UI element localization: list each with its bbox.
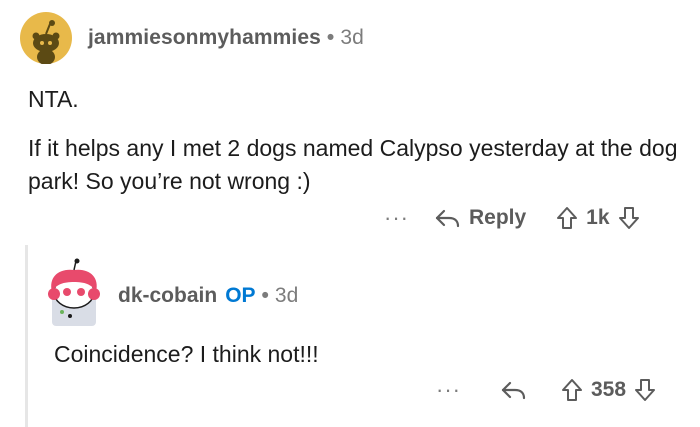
comment-meta: dk-cobain OP • 3d [118,284,298,308]
more-options-button[interactable]: ··· [384,205,409,231]
reply-button[interactable]: Reply [435,206,526,230]
downvote-arrow-icon[interactable] [634,378,656,402]
comment-age: 3d [274,284,299,307]
reply-label: Reply [468,206,527,229]
user-avatar-icon [20,12,72,65]
meta-separator: • [326,26,335,49]
comment-actions: ··· Reply 1k [384,202,640,234]
comment-text-body: If it helps any I met 2 dogs named Calyp… [28,135,678,194]
comment-text-body: Coincidence? I think not!!! [54,341,319,367]
vote-count: 1k [586,206,610,229]
reply-arrow-icon [435,209,460,228]
avatar[interactable] [40,258,106,328]
username-link[interactable]: dk-cobain [118,284,217,307]
vote-count: 358 [590,378,627,401]
comment-actions: ··· 358 [436,374,656,406]
reply-arrow-icon [501,381,526,400]
vote-controls: 358 [561,378,656,402]
downvote-arrow-icon[interactable] [618,206,640,230]
op-badge: OP [225,284,256,307]
comment-age: 3d [340,26,364,49]
reply-button[interactable] [501,380,527,400]
thread-line[interactable] [25,245,28,427]
upvote-arrow-icon[interactable] [556,206,578,230]
more-options-button[interactable]: ··· [436,377,461,403]
username-link[interactable]: jammiesonmyhammies [88,26,321,49]
comment-text-line: NTA. [28,86,79,112]
meta-separator: • [261,284,269,307]
vote-controls: 1k [556,206,639,230]
upvote-arrow-icon[interactable] [561,378,583,402]
comment-meta: jammiesonmyhammies • 3d [88,26,364,50]
user-avatar-icon [48,258,100,326]
avatar[interactable] [20,12,72,65]
